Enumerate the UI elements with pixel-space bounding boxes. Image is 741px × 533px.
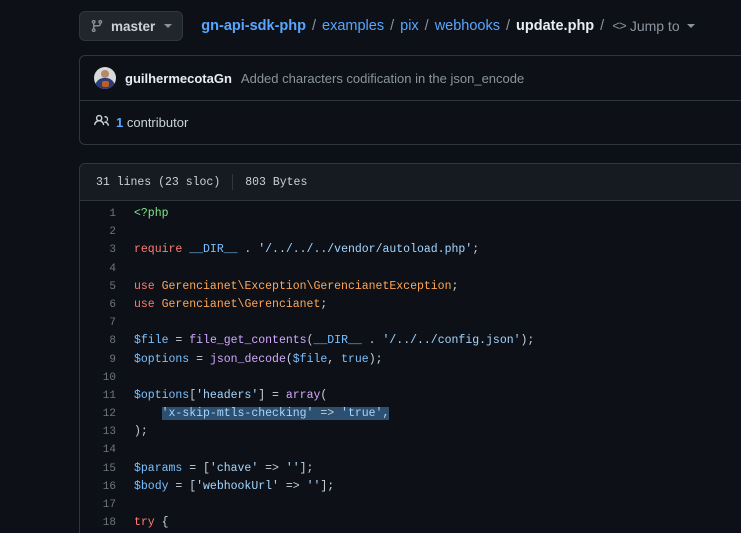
commit-author-link[interactable]: guilhermecotaGn xyxy=(125,71,232,86)
selected-text: 'x-skip-mtls-checking' => 'true', xyxy=(161,407,390,421)
code-line: 16 $body = ['webhookUrl' => '']; xyxy=(80,478,741,496)
code-line: 5 use Gerencianet\Exception\GerencianetEx… xyxy=(80,278,741,296)
line-content[interactable]: try { xyxy=(130,514,169,532)
line-number[interactable]: 4 xyxy=(80,260,130,278)
line-content[interactable]: $body = ['webhookUrl' => '']; xyxy=(130,478,334,496)
line-content[interactable]: $options = json_decode($file, true); xyxy=(130,351,383,369)
github-file-view: master gn-api-sdk-php / examples / pix /… xyxy=(0,0,741,533)
line-content[interactable]: ); xyxy=(130,423,148,441)
code-line: 13); xyxy=(80,423,741,441)
line-content[interactable]: $options['headers'] = array( xyxy=(130,387,327,405)
line-number[interactable]: 17 xyxy=(80,496,130,514)
breadcrumb-separator: / xyxy=(506,18,511,34)
line-number[interactable]: 7 xyxy=(80,314,130,332)
line-number[interactable]: 8 xyxy=(80,332,130,350)
branch-selector-button[interactable]: master xyxy=(79,11,184,41)
jump-to-button[interactable]: <> Jump to xyxy=(612,18,695,34)
line-number[interactable]: 11 xyxy=(80,387,130,405)
code-line: 11 $options['headers'] = array( xyxy=(80,387,741,405)
breadcrumb-separator: / xyxy=(390,18,395,34)
code-line: 8 $file = file_get_contents(__DIR__ . '/.… xyxy=(80,332,741,350)
line-content[interactable]: $file = file_get_contents(__DIR__ . '/..… xyxy=(130,332,534,350)
line-content[interactable]: <?php xyxy=(130,205,169,223)
line-number[interactable]: 16 xyxy=(80,478,130,496)
breadcrumb-link-webhooks[interactable]: webhooks xyxy=(435,18,500,34)
code-line: 10 xyxy=(80,369,741,387)
breadcrumb-link-examples[interactable]: examples xyxy=(322,18,384,34)
line-number[interactable]: 6 xyxy=(80,296,130,314)
code-line: 4 xyxy=(80,260,741,278)
code-line: 12 'x-skip-mtls-checking' => 'true', xyxy=(80,405,741,423)
latest-commit-panel: guilhermecotaGn Added characters codific… xyxy=(79,55,741,145)
chevron-down-icon xyxy=(686,24,695,28)
file-meta-header: 31 lines (23 sloc) 803 Bytes xyxy=(80,164,741,201)
breadcrumb-separator: / xyxy=(424,18,429,34)
contributors-count-link[interactable]: 1 contributor xyxy=(116,115,188,130)
avatar[interactable] xyxy=(94,67,116,89)
line-number[interactable]: 13 xyxy=(80,423,130,441)
chevron-down-icon xyxy=(164,24,173,28)
code-line: 7 xyxy=(80,314,741,332)
jump-to-label: Jump to xyxy=(629,18,680,34)
breadcrumb-current-file: update.php xyxy=(516,18,595,34)
code-line: 18 try { xyxy=(80,514,741,532)
line-number[interactable]: 9 xyxy=(80,351,130,369)
file-content-panel: 31 lines (23 sloc) 803 Bytes 1 <?php 2 3 req… xyxy=(79,163,741,533)
code-line: 1 <?php xyxy=(80,205,741,223)
code-line: 14 xyxy=(80,441,741,459)
line-content[interactable]: $params = ['chave' => '']; xyxy=(130,460,313,478)
code-line: 15 $params = ['chave' => '']; xyxy=(80,460,741,478)
line-content[interactable]: 'x-skip-mtls-checking' => 'true', xyxy=(130,405,390,423)
file-lines-info: 31 lines (23 sloc) xyxy=(96,175,221,189)
line-number[interactable]: 3 xyxy=(80,241,130,259)
breadcrumb-separator: / xyxy=(312,18,317,34)
breadcrumb-repo-link[interactable]: gn-api-sdk-php xyxy=(201,18,306,34)
breadcrumb-link-pix[interactable]: pix xyxy=(400,18,419,34)
contributors-row: 1 contributor xyxy=(80,101,741,144)
code-blob[interactable]: 1 <?php 2 3 require __DIR__ . '/../../../ven… xyxy=(80,201,741,533)
breadcrumb-separator: / xyxy=(600,18,605,34)
code-line: 17 xyxy=(80,496,741,514)
code-brackets-icon: <> xyxy=(612,18,627,34)
git-branch-icon xyxy=(90,19,104,33)
line-number[interactable]: 5 xyxy=(80,278,130,296)
contributors-count: 1 xyxy=(116,115,124,130)
contributors-label: contributor xyxy=(126,115,189,130)
line-number[interactable]: 12 xyxy=(80,405,130,423)
line-number[interactable]: 18 xyxy=(80,514,130,532)
line-number[interactable]: 10 xyxy=(80,369,130,387)
line-content[interactable]: require __DIR__ . '/../../../vendor/auto… xyxy=(130,241,479,259)
code-line: 9 $options = json_decode($file, true); xyxy=(80,351,741,369)
people-icon xyxy=(94,113,109,133)
breadcrumb: gn-api-sdk-php / examples / pix / webhoo… xyxy=(201,18,695,34)
code-line: 6 use Gerencianet\Gerencianet; xyxy=(80,296,741,314)
line-number[interactable]: 14 xyxy=(80,441,130,459)
line-number[interactable]: 2 xyxy=(80,223,130,241)
file-size-info: 803 Bytes xyxy=(245,175,308,189)
file-navigation-bar: master gn-api-sdk-php / examples / pix /… xyxy=(79,7,695,45)
commit-message[interactable]: Added characters codification in the jso… xyxy=(241,71,524,86)
code-line: 3 require __DIR__ . '/../../../vendor/aut… xyxy=(80,241,741,259)
line-number[interactable]: 1 xyxy=(80,205,130,223)
commit-row: guilhermecotaGn Added characters codific… xyxy=(80,56,741,100)
meta-divider xyxy=(232,174,234,190)
code-line: 2 xyxy=(80,223,741,241)
line-content[interactable]: use Gerencianet\Gerencianet; xyxy=(130,296,327,314)
branch-name-label: master xyxy=(111,18,156,34)
line-content[interactable]: use Gerencianet\Exception\GerencianetExc… xyxy=(130,278,458,296)
line-number[interactable]: 15 xyxy=(80,460,130,478)
